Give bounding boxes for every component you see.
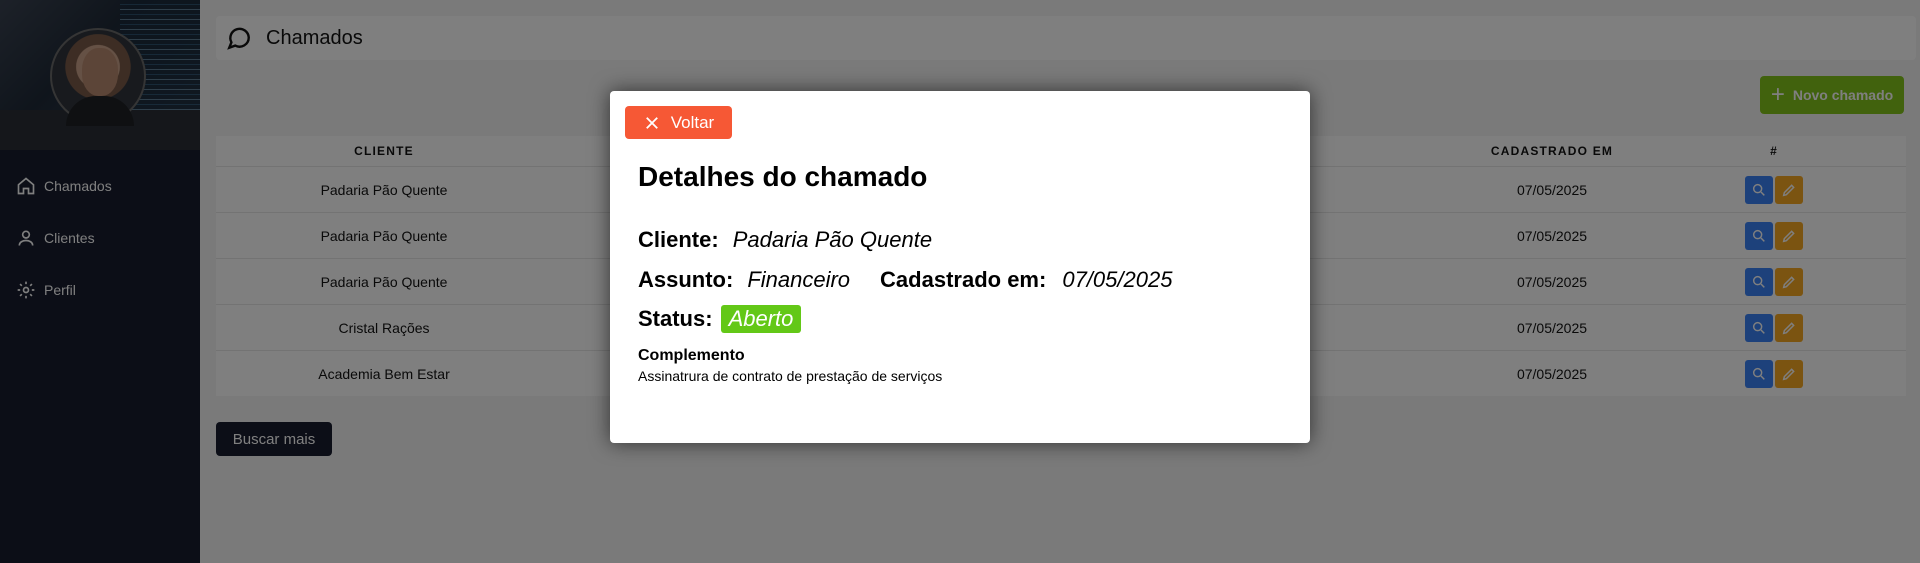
client-label: Cliente: — [638, 227, 719, 252]
back-button-label: Voltar — [670, 112, 715, 132]
client-value: Padaria Pão Quente — [732, 227, 933, 252]
complement-label: Complemento — [638, 347, 745, 364]
created-label: Cadastrado em: — [880, 267, 1047, 292]
created-value: 07/05/2025 — [1062, 267, 1173, 292]
back-button[interactable]: Voltar — [625, 106, 732, 139]
subject-row: Assunto: Financeiro Cadastrado em: 07/05… — [638, 267, 1172, 293]
status-row: Status: Aberto — [638, 305, 802, 333]
status-label: Status: — [638, 306, 713, 331]
close-icon — [645, 116, 658, 129]
client-row: Cliente: Padaria Pão Quente — [638, 227, 932, 253]
ticket-details-modal: Voltar Detalhes do chamado Cliente: Pada… — [610, 91, 1310, 443]
complement-text: Assinatrura de contrato de prestação de … — [638, 368, 943, 384]
status-badge: Aberto — [720, 305, 802, 333]
modal-title: Detalhes do chamado — [638, 161, 928, 192]
subject-label: Assunto: — [638, 267, 734, 292]
subject-value: Financeiro — [747, 267, 851, 292]
